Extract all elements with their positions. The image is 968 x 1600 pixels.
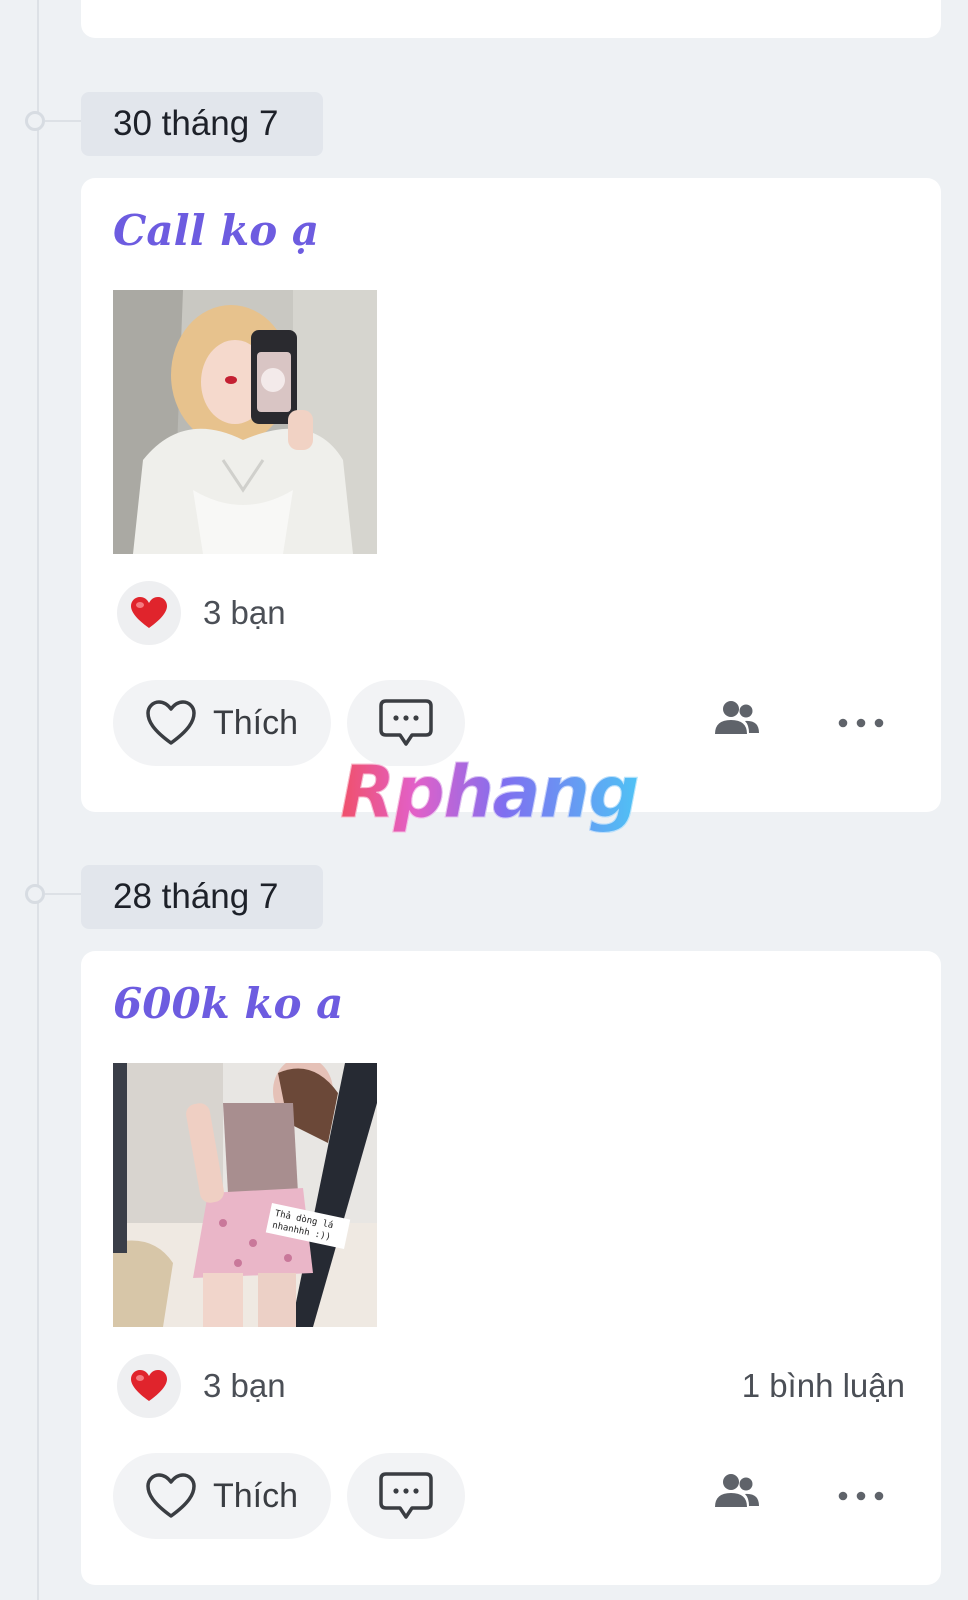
reaction-count: 3 bạn	[203, 1367, 286, 1404]
comment-bubble-icon	[379, 699, 433, 746]
reaction-count: 3 bạn	[203, 594, 286, 631]
heart-outline-icon	[146, 700, 196, 745]
date-chip: 30 tháng 7	[81, 92, 323, 156]
timeline-node	[25, 111, 45, 131]
post-photo[interactable]	[113, 290, 377, 554]
heart-outline-icon	[146, 1473, 196, 1518]
heart-icon	[117, 1354, 181, 1418]
like-label: Thích	[213, 703, 299, 742]
more-options-icon[interactable]	[831, 1475, 891, 1517]
timeline-branch	[45, 120, 81, 122]
previous-post-card	[81, 0, 941, 38]
post-card: Call ko ạ 3 bạn Thích	[81, 178, 941, 812]
post-photo[interactable]: Thả dòng lá nhanhhh :))	[113, 1063, 377, 1327]
more-options-icon[interactable]	[831, 702, 891, 744]
heart-icon	[117, 581, 181, 645]
date-chip: 28 tháng 7	[81, 865, 323, 929]
comment-count-link[interactable]: 1 bình luận	[742, 1354, 905, 1418]
friends-privacy-icon[interactable]	[715, 700, 759, 741]
watermark-logo: Rphang	[340, 750, 641, 835]
timeline-node	[25, 884, 45, 904]
photo-selfie-image	[113, 290, 377, 554]
comment-bubble-icon	[379, 1472, 433, 1519]
post-title: Call ko ạ	[113, 206, 320, 255]
reaction-summary[interactable]: 3 bạn	[117, 581, 905, 645]
post-card: 600k ko a Thả dòng lá nhanhhh :)) 3 bạn …	[81, 951, 941, 1585]
friends-privacy-icon[interactable]	[715, 1473, 759, 1514]
post-actions: Thích	[113, 1453, 909, 1539]
like-button[interactable]: Thích	[113, 680, 331, 766]
timeline-branch	[45, 893, 81, 895]
timeline-line	[37, 0, 39, 1600]
comment-button[interactable]	[347, 1453, 465, 1539]
like-label: Thích	[213, 1476, 299, 1515]
post-title: 600k ko a	[113, 979, 344, 1028]
like-button[interactable]: Thích	[113, 1453, 331, 1539]
photo-mirror-image: Thả dòng lá nhanhhh :))	[113, 1063, 377, 1327]
reaction-summary[interactable]: 3 bạn 1 bình luận	[117, 1354, 905, 1418]
